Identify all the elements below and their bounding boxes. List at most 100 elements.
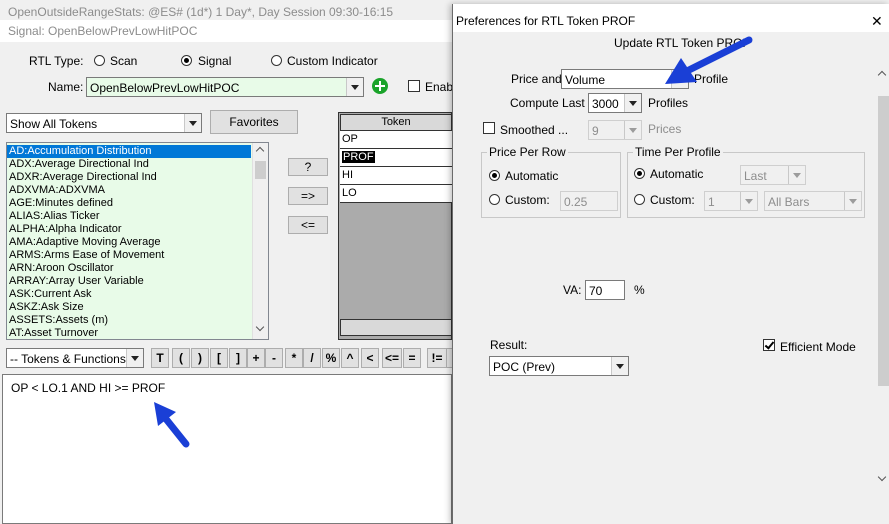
operator-button[interactable]: / xyxy=(303,348,321,368)
token-table-row[interactable]: HI xyxy=(340,167,452,185)
time-per-profile-group: Time Per Profile Automatic Last Custom: … xyxy=(627,145,865,218)
operator-button[interactable]: = xyxy=(403,348,421,368)
token-table-row[interactable]: PROF xyxy=(340,149,452,167)
price-per-row-automatic-radio[interactable] xyxy=(489,170,500,181)
chevron-down-icon xyxy=(184,114,201,132)
radio-custom-indicator[interactable] xyxy=(271,55,282,66)
result-combo[interactable]: POC (Prev) xyxy=(489,356,629,376)
annotation-arrow-icon xyxy=(154,402,190,448)
time-per-profile-custom-combo[interactable]: 1 xyxy=(704,191,758,211)
operator-button[interactable]: - xyxy=(265,348,283,368)
token-list-item[interactable]: AT:Asset Turnover xyxy=(7,327,268,339)
token-list-item[interactable]: ALIAS:Alias Ticker xyxy=(7,210,268,223)
radio-signal-label: Signal xyxy=(198,54,232,68)
enable-label: Enab xyxy=(425,80,454,94)
price-per-row-group: Price Per Row Automatic Custom: 0.25 xyxy=(481,145,621,218)
time-per-profile-custom-radio[interactable] xyxy=(634,194,645,205)
operator-button[interactable]: != xyxy=(427,348,447,368)
time-per-profile-bars-value: All Bars xyxy=(768,195,810,209)
price-per-row-custom-label: Custom: xyxy=(505,193,550,207)
time-per-profile-automatic-label: Automatic xyxy=(650,167,704,181)
tokens-list[interactable]: AD:Accumulation Distribution ADX:Average … xyxy=(6,142,269,340)
main-window-subtitle: Signal: OpenBelowPrevLowHitPOC xyxy=(8,24,198,38)
tokens-list-items: AD:Accumulation Distribution ADX:Average … xyxy=(7,143,268,339)
dialog-scrollbar[interactable] xyxy=(877,60,889,490)
compute-last-label: Compute Last xyxy=(510,96,585,110)
operator-button[interactable]: ^ xyxy=(341,348,359,368)
price-and-value: Volume xyxy=(565,73,606,87)
token-list-item[interactable]: AD:Accumulation Distribution xyxy=(7,145,251,158)
remove-token-button[interactable]: <= xyxy=(288,216,328,234)
token-list-item[interactable]: AMA:Adaptive Moving Average xyxy=(7,236,268,249)
help-button[interactable]: ? xyxy=(288,158,328,176)
functions-combo-value: -- Tokens & Functions -- xyxy=(10,352,138,366)
operator-button[interactable]: * xyxy=(285,348,303,368)
dialog-title: Preferences for RTL Token PROF xyxy=(456,14,636,28)
token-list-item[interactable]: ASSETS:Assets (m) xyxy=(7,314,268,327)
enable-checkbox[interactable] xyxy=(408,80,420,92)
functions-combo[interactable]: -- Tokens & Functions -- xyxy=(6,348,144,368)
token-list-item[interactable]: ALPHA:Alpha Indicator xyxy=(7,223,268,236)
smoothed-checkbox[interactable] xyxy=(483,122,495,134)
time-per-profile-last-combo[interactable]: Last xyxy=(740,165,806,185)
operator-button[interactable]: T xyxy=(151,348,169,368)
profiles-label: Profiles xyxy=(648,96,689,110)
token-table-cell: HI xyxy=(342,169,353,181)
efficient-mode-label: Efficient Mode xyxy=(780,340,856,354)
time-per-profile-custom-label: Custom: xyxy=(650,193,695,207)
token-table-footer xyxy=(340,319,452,336)
time-per-profile-title: Time Per Profile xyxy=(633,145,723,159)
operator-button[interactable]: [ xyxy=(210,348,228,368)
scroll-down-icon[interactable] xyxy=(877,472,887,482)
price-per-row-custom-radio[interactable] xyxy=(489,194,500,205)
chevron-down-icon xyxy=(126,349,143,367)
token-list-item[interactable]: ASK:Current Ask xyxy=(7,288,268,301)
price-per-row-title: Price Per Row xyxy=(487,145,568,159)
operator-button[interactable]: ( xyxy=(172,348,190,368)
va-label: VA: xyxy=(563,283,582,297)
token-filter-combo[interactable]: Show All Tokens xyxy=(6,113,202,133)
token-list-item[interactable]: ADXR:Average Directional Ind xyxy=(7,171,268,184)
operator-button[interactable]: ) xyxy=(191,348,209,368)
tokens-list-scrollbar[interactable] xyxy=(252,143,268,339)
token-filter-value: Show All Tokens xyxy=(10,117,98,131)
operator-button[interactable]: + xyxy=(247,348,265,368)
radio-signal[interactable] xyxy=(181,55,192,66)
scroll-up-icon[interactable] xyxy=(877,70,887,80)
operator-button[interactable]: ] xyxy=(229,348,247,368)
token-list-item[interactable]: ADXVMA:ADXVMA xyxy=(7,184,268,197)
price-per-row-custom-input[interactable]: 0.25 xyxy=(560,191,618,211)
time-per-profile-automatic-radio[interactable] xyxy=(634,168,645,179)
va-unit: % xyxy=(634,283,645,297)
token-list-item[interactable]: ARN:Aroon Oscillator xyxy=(7,262,268,275)
smoothed-combo[interactable]: 9 xyxy=(588,120,642,140)
token-list-item[interactable]: ADX:Average Directional Ind xyxy=(7,158,268,171)
token-table-row[interactable]: OP xyxy=(340,131,452,149)
add-token-button[interactable]: => xyxy=(288,187,328,205)
smoothed-value: 9 xyxy=(592,124,599,138)
operator-button[interactable]: < xyxy=(361,348,379,368)
token-list-item[interactable]: AGE:Minutes defined xyxy=(7,197,268,210)
token-list-item[interactable]: ASKZ:Ask Size xyxy=(7,301,268,314)
token-list-item[interactable]: ARRAY:Array User Variable xyxy=(7,275,268,288)
expression-editor[interactable]: OP < LO.1 AND HI >= PROF xyxy=(2,374,452,524)
radio-scan[interactable] xyxy=(94,55,105,66)
token-list-item[interactable]: ARMS:Arms Ease of Movement xyxy=(7,249,268,262)
preferences-dialog: Preferences for RTL Token PROF ✕ Update … xyxy=(452,4,889,524)
close-icon[interactable]: ✕ xyxy=(871,13,883,30)
compute-last-combo[interactable]: 3000 xyxy=(588,93,642,113)
scroll-thumb[interactable] xyxy=(255,161,266,179)
operator-button[interactable]: <= xyxy=(382,348,402,368)
scroll-down-icon[interactable] xyxy=(255,322,265,332)
token-table-row[interactable]: LO xyxy=(340,185,452,203)
chevron-down-icon xyxy=(788,166,805,184)
time-per-profile-bars-combo[interactable]: All Bars xyxy=(764,191,862,211)
name-combo[interactable]: OpenBelowPrevLowHitPOC xyxy=(86,77,364,97)
scroll-thumb[interactable] xyxy=(878,96,889,386)
va-input[interactable]: 70 xyxy=(585,280,625,300)
add-circle-icon[interactable] xyxy=(372,78,388,94)
scroll-up-icon[interactable] xyxy=(255,146,265,156)
favorites-button[interactable]: Favorites xyxy=(210,110,298,134)
efficient-mode-checkbox[interactable] xyxy=(763,339,775,351)
operator-button[interactable]: % xyxy=(322,348,340,368)
